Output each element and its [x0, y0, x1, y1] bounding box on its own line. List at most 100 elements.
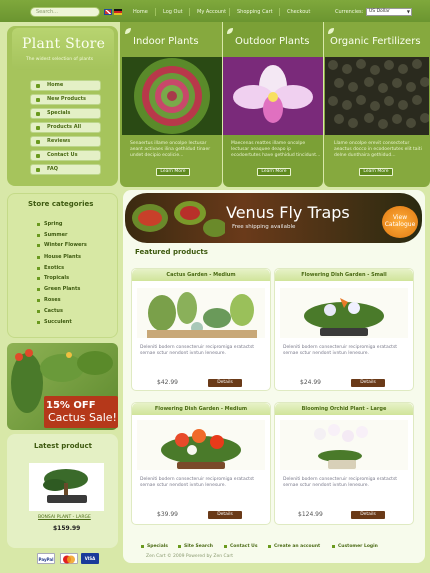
- view-catalogue-button[interactable]: View Catalogue: [382, 206, 418, 238]
- organic-fertilizers-title[interactable]: Organic Fertilizers: [330, 36, 421, 47]
- flowering-dish-small-image[interactable]: [280, 288, 408, 338]
- category-house-plants[interactable]: House Plants: [37, 254, 81, 260]
- nav-divider: [229, 8, 230, 16]
- uk-flag-icon[interactable]: [104, 9, 112, 15]
- category-green-plants[interactable]: Green Plants: [37, 286, 81, 292]
- currency-selected: US Dollar: [369, 9, 390, 14]
- nav-home[interactable]: Home: [133, 9, 148, 15]
- bullet-icon: [37, 223, 40, 226]
- footer-link-label: Site Search: [184, 544, 213, 549]
- details-button[interactable]: Details: [351, 511, 385, 519]
- menu-label: Home: [47, 82, 64, 88]
- bullet-icon: [224, 545, 227, 548]
- details-button[interactable]: Details: [208, 511, 242, 519]
- nav-my-account[interactable]: My Account: [197, 9, 226, 15]
- bullet-icon: [37, 277, 40, 280]
- venus-title: Venus Fly Traps: [226, 203, 350, 222]
- latest-product-price: $159.99: [53, 525, 81, 532]
- orchid-image[interactable]: [223, 57, 323, 135]
- nav-shopping-cart[interactable]: Shopping Cart: [237, 9, 273, 15]
- store-categories-title: Store categories: [28, 200, 94, 208]
- nav-logout[interactable]: Log Out: [163, 9, 183, 15]
- outdoor-learn-more-button[interactable]: Learn More: [257, 168, 291, 176]
- product-name[interactable]: Blooming Orchid Plant - Large: [275, 403, 413, 415]
- currency-select[interactable]: US Dollar ▼: [366, 8, 412, 16]
- featured-products-title: Featured products: [135, 248, 208, 256]
- bullet-icon: [178, 545, 181, 548]
- category-winter-flowers[interactable]: Winter Flowers: [37, 242, 87, 248]
- fertilizers-learn-more-button[interactable]: Learn More: [359, 168, 393, 176]
- menu-new-products[interactable]: New Products: [30, 94, 101, 105]
- store-tagline: The widest selection of plants: [26, 57, 94, 62]
- german-flag-icon[interactable]: [114, 9, 122, 15]
- menu-products-all[interactable]: Products All: [30, 122, 101, 133]
- footer-link-label: Customer Login: [338, 544, 378, 549]
- bullet-icon: [141, 545, 144, 548]
- menu-home[interactable]: Home: [30, 80, 101, 91]
- menu-label: Products All: [47, 124, 82, 130]
- menu-label: FAQ: [47, 166, 58, 172]
- bullet-icon: [36, 112, 40, 116]
- footer-customer-login-link[interactable]: Customer Login: [332, 544, 378, 549]
- leaf-icon: [227, 28, 233, 34]
- leaf-icon: [125, 28, 131, 34]
- category-tropicals[interactable]: Tropicals: [37, 275, 69, 281]
- outdoor-plants-title[interactable]: Outdoor Plants: [235, 36, 309, 47]
- venus-fly-trap-image: [132, 201, 227, 237]
- category-roses[interactable]: Roses: [37, 297, 61, 303]
- indoor-plants-title[interactable]: Indoor Plants: [133, 36, 199, 47]
- footer-contact-link[interactable]: Contact Us: [224, 544, 258, 549]
- product-name[interactable]: Flowering Dish Garden - Medium: [132, 403, 270, 415]
- details-button[interactable]: Details: [351, 379, 385, 387]
- footer-specials-link[interactable]: Specials: [141, 544, 168, 549]
- fertilizer-image[interactable]: [325, 57, 429, 135]
- venus-subtitle: Free shipping available: [232, 224, 296, 230]
- details-button[interactable]: Details: [208, 379, 242, 387]
- category-succulent[interactable]: Succulent: [37, 319, 72, 325]
- bullet-icon: [37, 267, 40, 270]
- menu-specials[interactable]: Specials: [30, 108, 101, 119]
- chevron-down-icon: ▼: [406, 9, 410, 14]
- product-name[interactable]: Cactus Garden - Medium: [132, 269, 270, 281]
- nav-divider: [155, 8, 156, 16]
- product-description: Deleniti bodern consecteruir recipromiga…: [140, 345, 255, 356]
- flowering-dish-medium-image[interactable]: [137, 420, 265, 470]
- store-logo[interactable]: Plant Store: [22, 36, 105, 52]
- bullet-icon: [37, 288, 40, 291]
- footer-link-label: Specials: [147, 544, 168, 549]
- menu-contact-us[interactable]: Contact Us: [30, 150, 101, 161]
- currencies-label: Currencies:: [335, 9, 364, 15]
- product-description: Deleniti bodern consecteruir recipromiga…: [140, 477, 255, 488]
- product-price: $24.99: [300, 379, 321, 386]
- succulent-image[interactable]: [122, 57, 222, 135]
- bonsai-image[interactable]: [29, 463, 104, 511]
- sale-percent: 15% OFF: [46, 400, 96, 411]
- menu-label: Contact Us: [47, 152, 78, 158]
- orchid-plant-image[interactable]: [280, 420, 408, 470]
- product-price: $39.99: [157, 511, 178, 518]
- category-cactus[interactable]: Cactus: [37, 308, 63, 314]
- bullet-icon: [36, 98, 40, 102]
- indoor-learn-more-button[interactable]: Learn More: [156, 168, 190, 176]
- visa-icon: VISA: [81, 553, 99, 564]
- search-input[interactable]: Search...: [30, 7, 100, 17]
- product-name[interactable]: Flowering Dish Garden - Small: [275, 269, 413, 281]
- menu-reviews[interactable]: Reviews: [30, 136, 101, 147]
- latest-product-title: Latest product: [34, 442, 92, 450]
- footer-site-search-link[interactable]: Site Search: [178, 544, 213, 549]
- category-label: Green Plants: [44, 286, 81, 292]
- mastercard-icon: [60, 553, 78, 564]
- menu-faq[interactable]: FAQ: [30, 164, 101, 175]
- category-exotics[interactable]: Exotics: [37, 265, 64, 271]
- bullet-icon: [36, 126, 40, 130]
- cactus-garden-image[interactable]: [137, 288, 265, 338]
- latest-product-name[interactable]: BONSAI PLANT - LARGE: [38, 515, 91, 520]
- leaf-icon: [328, 28, 334, 34]
- category-summer[interactable]: Summer: [37, 232, 67, 238]
- copyright: Zen Cart © 2009 Powered by Zen Cart: [146, 554, 234, 559]
- bullet-icon: [36, 84, 40, 88]
- category-spring[interactable]: Spring: [37, 221, 63, 227]
- footer-create-account-link[interactable]: Create an account: [268, 544, 320, 549]
- category-label: Spring: [44, 221, 63, 227]
- nav-checkout[interactable]: Checkout: [287, 9, 310, 15]
